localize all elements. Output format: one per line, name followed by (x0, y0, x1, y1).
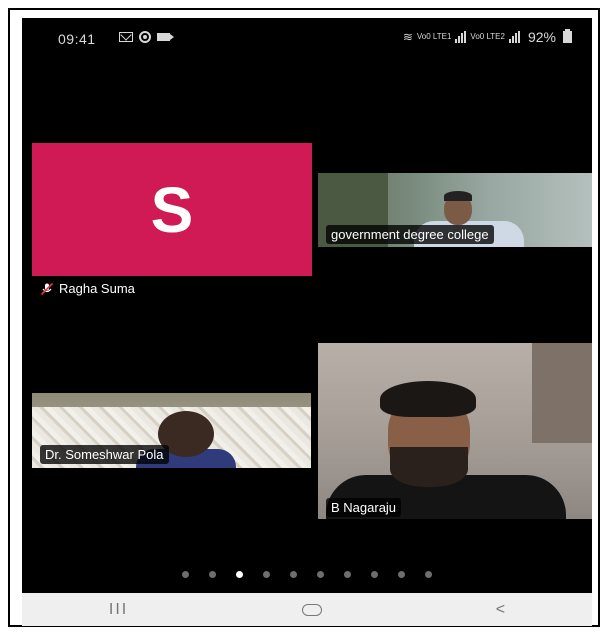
network-label-2: Vo0 LTE2 (470, 32, 505, 41)
status-time: 09:41 (58, 31, 96, 47)
participant-tile-government-degree-college[interactable]: government degree college (318, 173, 592, 247)
video-camera-icon (157, 33, 174, 41)
page-indicator[interactable] (22, 571, 592, 578)
video-background (532, 343, 592, 443)
notification-icons (119, 31, 174, 43)
page-dot[interactable] (425, 571, 432, 578)
participant-tile-b-nagaraju[interactable]: B Nagaraju (318, 343, 592, 519)
page-dot[interactable] (182, 571, 189, 578)
page-dot[interactable] (371, 571, 378, 578)
battery-percent: 92% (527, 29, 556, 45)
avatar-initial: S (150, 173, 194, 246)
mic-muted-icon (40, 282, 54, 295)
participant-tile-ragha-suma[interactable]: S (32, 143, 312, 276)
network-label-1: Vo0 LTE1 (416, 32, 452, 41)
signal-icon-1 (455, 31, 467, 43)
mail-icon (119, 32, 133, 42)
page-dot-active[interactable] (236, 571, 243, 578)
participant-name: Ragha Suma (59, 281, 135, 296)
video-person-hair (380, 381, 476, 417)
record-icon (139, 31, 151, 43)
page-dot[interactable] (209, 571, 216, 578)
back-button[interactable]: < (496, 601, 505, 619)
status-bar: 09:41 ≋ Vo0 LTE1 Vo0 LTE2 92% (22, 18, 592, 60)
participant-name-label: Dr. Someshwar Pola (40, 445, 169, 464)
phone-screen: 09:41 ≋ Vo0 LTE1 Vo0 LTE2 92% S Ragha Su… (22, 18, 592, 626)
battery-icon (563, 29, 572, 43)
video-person-beard (390, 447, 468, 487)
participant-name-label: government degree college (326, 225, 494, 244)
page-dot[interactable] (398, 571, 405, 578)
system-icons: ≋ Vo0 LTE1 Vo0 LTE2 92% (403, 29, 572, 45)
wifi-icon: ≋ (402, 30, 413, 44)
home-button[interactable] (301, 603, 322, 616)
participant-tile-dr-someshwar-pola[interactable]: Dr. Someshwar Pola (32, 393, 311, 468)
page-dot[interactable] (290, 571, 297, 578)
participant-name-label: B Nagaraju (326, 498, 402, 517)
page-dot[interactable] (344, 571, 351, 578)
video-person-hair (444, 191, 472, 201)
page-dot[interactable] (263, 571, 270, 578)
page-dot[interactable] (317, 571, 324, 578)
android-nav-bar: III < (22, 593, 592, 626)
signal-icon-2 (508, 31, 520, 43)
participant-name-row: Ragha Suma (40, 281, 135, 296)
recent-apps-button[interactable]: III (109, 601, 128, 619)
